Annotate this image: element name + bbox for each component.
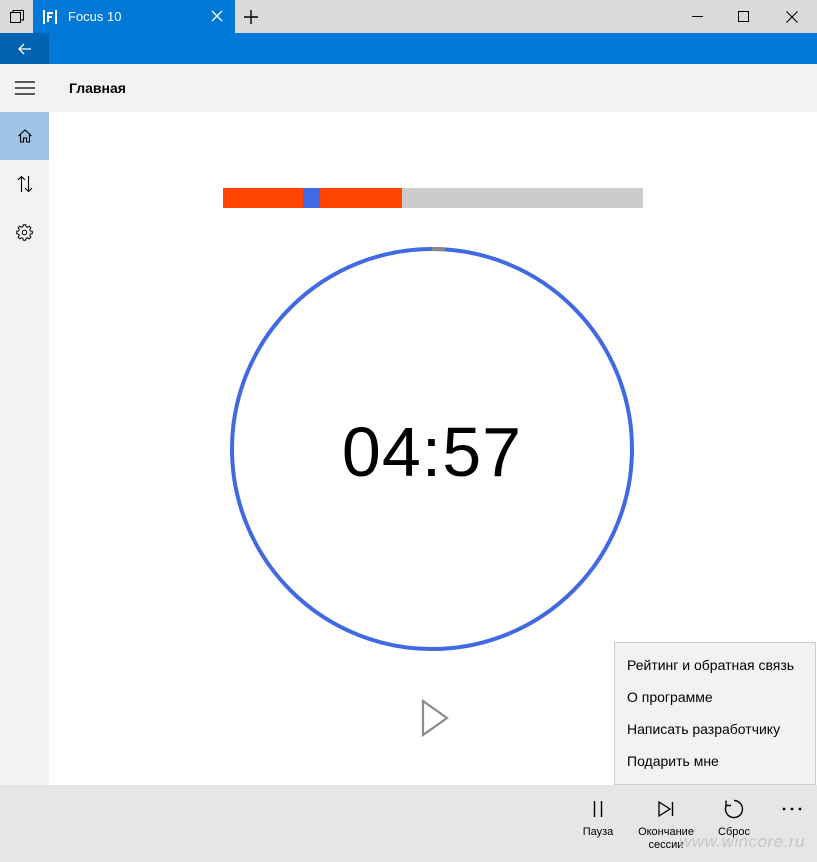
more-options-button[interactable]	[770, 799, 814, 819]
refresh-icon	[723, 797, 745, 821]
hamburger-menu-button[interactable]	[0, 64, 49, 112]
hamburger-icon	[14, 81, 35, 95]
pause-label: Пауза	[582, 826, 614, 838]
left-nav	[0, 112, 49, 785]
menu-item-donate[interactable]: Подарить мне	[615, 745, 815, 777]
tab-title: Focus 10	[68, 9, 122, 24]
close-tab-icon[interactable]	[209, 8, 225, 24]
ellipsis-icon	[782, 807, 802, 811]
skip-next-icon	[657, 797, 675, 821]
command-bar: Пауза Окончание сессии Сброс www.wincore…	[0, 785, 817, 862]
app-logo-icon	[42, 9, 58, 25]
app-tab[interactable]: Focus 10	[33, 0, 235, 33]
pause-button[interactable]: Пауза	[565, 797, 631, 839]
nav-item-sort[interactable]	[0, 160, 49, 208]
session-segment-break	[302, 188, 320, 208]
menu-item-rating-feedback[interactable]: Рейтинг и обратная связь	[615, 649, 815, 681]
gear-icon	[16, 223, 33, 241]
watermark: www.wincore.ru	[678, 832, 805, 851]
back-button[interactable]	[0, 33, 49, 64]
title-bar: Focus 10	[0, 0, 817, 33]
new-tab-icon[interactable]	[238, 4, 264, 30]
close-window-icon[interactable]	[769, 0, 815, 33]
minimize-icon[interactable]	[674, 0, 720, 33]
back-arrow-icon	[17, 43, 31, 54]
play-button[interactable]	[419, 698, 451, 738]
home-icon	[17, 129, 32, 143]
sets-icon[interactable]	[0, 0, 33, 33]
pause-icon	[592, 797, 604, 821]
session-segment-work	[223, 188, 303, 208]
session-segment-work	[319, 188, 402, 208]
nav-item-home[interactable]	[0, 112, 49, 160]
back-strip	[0, 33, 817, 64]
page-title: Главная	[69, 80, 126, 96]
page-header: Главная	[0, 64, 817, 112]
maximize-icon[interactable]	[720, 0, 766, 33]
menu-item-about[interactable]: О программе	[615, 681, 815, 713]
menu-item-contact-developer[interactable]: Написать разработчику	[615, 713, 815, 745]
session-progress-bar	[223, 188, 643, 208]
play-icon	[421, 699, 449, 737]
more-options-menu: Рейтинг и обратная связь О программе Нап…	[614, 642, 816, 785]
nav-item-settings[interactable]	[0, 208, 49, 256]
sort-arrows-icon	[17, 175, 32, 193]
timer-display: 04:57	[341, 413, 523, 491]
